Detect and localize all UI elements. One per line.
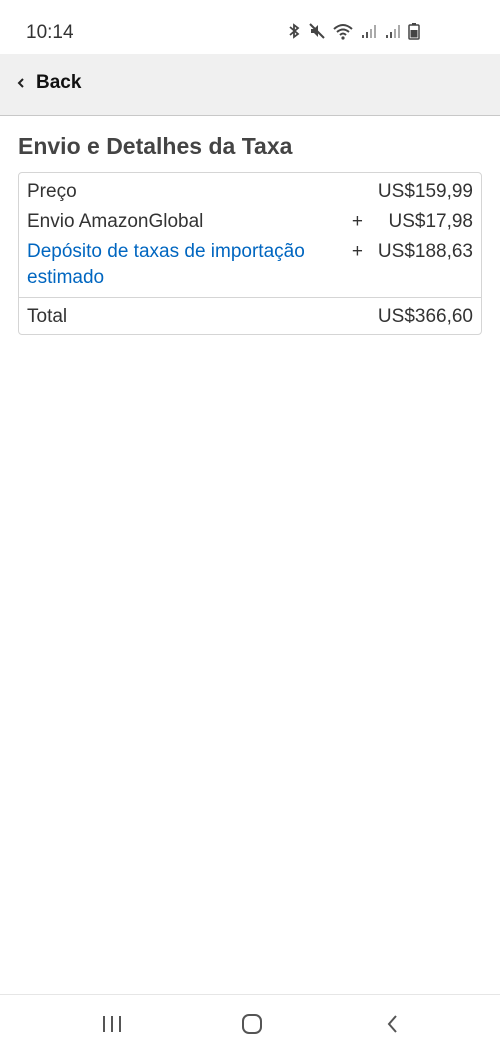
battery-icon: [408, 23, 420, 40]
shipping-label: Envio AmazonGlobal: [27, 211, 204, 232]
status-bar: 10:14: [0, 0, 500, 54]
signal-icon: [362, 25, 376, 38]
price-label: Preço: [27, 181, 77, 202]
system-nav-bar: [0, 994, 500, 1056]
shipping-row: Envio AmazonGlobal + US$17,98: [27, 209, 473, 235]
chevron-left-icon: [17, 78, 24, 88]
nav-bar: Back: [0, 54, 500, 116]
page-title: Envio e Detalhes da Taxa: [18, 133, 293, 159]
shipping-plus-sign: +: [351, 211, 363, 232]
status-time: 10:14: [26, 22, 74, 43]
mute-icon: [309, 23, 325, 39]
back-icon[interactable]: [384, 1013, 402, 1035]
divider: [19, 297, 481, 298]
import-deposit-row: Depósito de taxas de importação estimado…: [27, 239, 473, 291]
price-row: Preço US$159,99: [27, 179, 473, 205]
wifi-icon: [333, 24, 353, 40]
deposit-plus-sign: +: [351, 241, 363, 262]
shipping-amount: US$17,98: [388, 211, 473, 232]
back-label: Back: [36, 72, 82, 93]
total-amount: US$366,60: [377, 306, 473, 327]
home-icon[interactable]: [240, 1013, 264, 1035]
total-label: Total: [27, 306, 68, 327]
price-amount: US$159,99: [377, 181, 473, 202]
import-deposit-link[interactable]: Depósito de taxas de importação estimado: [27, 239, 327, 291]
status-icons: [286, 22, 420, 40]
back-button[interactable]: Back: [16, 72, 81, 94]
deposit-amount: US$188,63: [377, 241, 473, 262]
fee-summary-card: Preço US$159,99 Envio AmazonGlobal + US$…: [18, 172, 482, 335]
bluetooth-icon: [289, 23, 300, 39]
signal-icon: [386, 25, 400, 38]
recent-apps-icon[interactable]: [100, 1013, 124, 1035]
total-row: Total US$366,60: [27, 304, 473, 330]
